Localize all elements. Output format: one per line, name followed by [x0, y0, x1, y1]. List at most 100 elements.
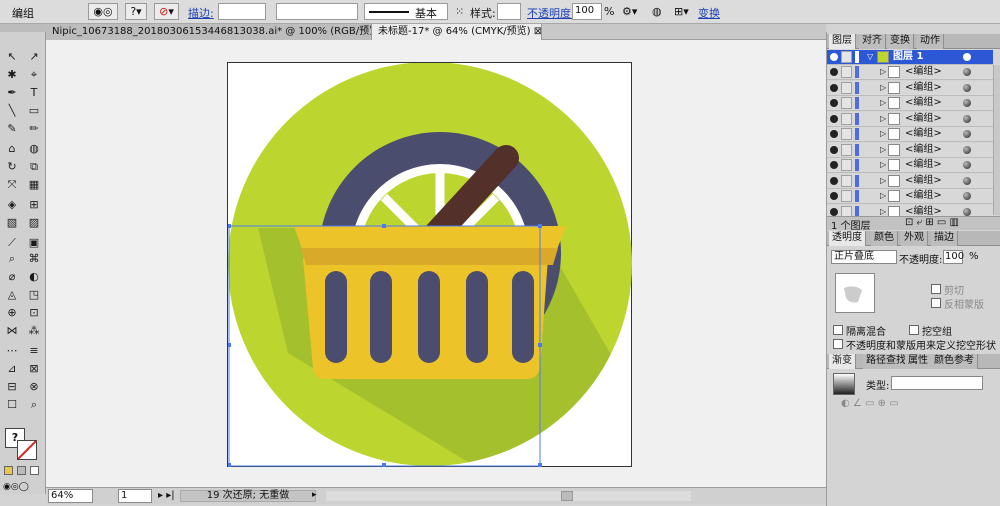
perspective-tool-icon[interactable]: ▧	[2, 214, 22, 231]
target-icon[interactable]	[963, 68, 971, 76]
zoom-field[interactable]: 64%	[48, 489, 93, 503]
pencil-tool-icon[interactable]: ✏	[24, 120, 44, 137]
lock-toggle[interactable]	[841, 143, 852, 156]
lock-toggle[interactable]	[841, 159, 852, 171]
gradient-type-select[interactable]	[891, 376, 983, 390]
lock-toggle[interactable]	[841, 66, 852, 78]
none-mode-button[interactable]	[30, 466, 39, 475]
artboard-alt-tool-icon[interactable]: ☐	[2, 396, 22, 413]
shaper-tool-icon[interactable]: ⊟	[2, 378, 22, 395]
panel-opacity-field[interactable]: 100	[943, 250, 964, 264]
tab-transparency[interactable]: 透明度	[829, 231, 866, 246]
isolate-blending-checkbox[interactable]	[833, 325, 843, 335]
opacity-link[interactable]: 不透明度:	[527, 5, 575, 21]
column-graph-tool-icon[interactable]: ⌀	[2, 268, 22, 285]
tab-document-nipic[interactable]: Nipic_10673188_20180306153446813038.ai* …	[46, 24, 372, 40]
align-tool-icon[interactable]: ≡	[24, 342, 44, 359]
visibility-eye-icon[interactable]	[830, 130, 838, 138]
target-icon[interactable]	[963, 83, 971, 92]
opacity-mask-define-checkbox[interactable]	[833, 339, 843, 349]
line-tool-icon[interactable]: ╲	[2, 102, 22, 119]
zoom-alt-tool-icon[interactable]: ⌕	[24, 396, 44, 413]
visibility-eye-icon[interactable]	[830, 192, 838, 200]
blend-mode-select[interactable]: 正片叠底	[831, 250, 897, 264]
tab-color-guide[interactable]: 颜色参考	[931, 354, 978, 369]
zoom-tool-icon[interactable]: ⊕	[2, 304, 22, 321]
tab-gradient[interactable]: 渐变	[829, 354, 856, 369]
status-menu-arrow-icon[interactable]: ▸	[312, 490, 317, 500]
visibility-eye-icon[interactable]	[830, 83, 838, 92]
expand-triangle-icon[interactable]: ▷	[880, 189, 886, 203]
gradient-tool-icon[interactable]: ⟋	[2, 234, 22, 251]
visibility-eye-icon[interactable]	[830, 145, 838, 154]
knife-tool-icon[interactable]: ⊿	[2, 360, 22, 377]
visibility-eye-icon[interactable]	[830, 53, 838, 61]
globe-icon[interactable]: ◍	[652, 5, 662, 18]
blend-tool-icon[interactable]: ⌕	[2, 250, 22, 267]
paintbrush-tool-icon[interactable]: ✎	[2, 120, 22, 137]
live-paint-tool-icon[interactable]: ⊞	[24, 196, 44, 213]
target-icon[interactable]	[963, 145, 971, 154]
scroll-thumb[interactable]	[561, 491, 573, 501]
target-icon[interactable]	[963, 53, 971, 61]
rectangle-tool-icon[interactable]: ▭	[24, 102, 44, 119]
artboard[interactable]	[227, 62, 632, 467]
color-mode-button[interactable]	[4, 466, 13, 475]
expand-triangle-icon[interactable]: ▷	[880, 143, 886, 157]
tab-transform[interactable]: 变换	[887, 34, 914, 49]
horizontal-scrollbar[interactable]	[326, 491, 691, 501]
recolor-button[interactable]: ◉◎	[88, 3, 118, 20]
opacity-mask-thumbnail[interactable]	[835, 273, 875, 313]
artboard-nav-icon[interactable]: ▸ ▸|	[158, 490, 175, 501]
visibility-eye-icon[interactable]	[830, 68, 838, 76]
tab-actions[interactable]: 动作	[917, 34, 944, 49]
width-tool-icon[interactable]: ⋈	[2, 322, 22, 339]
puppet-tool-icon[interactable]: ⁂	[24, 322, 44, 339]
magic-wand-tool-icon[interactable]: ✱	[2, 66, 22, 83]
tab-stroke[interactable]: 描边	[931, 231, 958, 246]
artboard-field[interactable]: 1	[118, 489, 152, 503]
align-icon[interactable]: ⚙▾	[622, 5, 637, 18]
expand-triangle-icon[interactable]: ▷	[880, 127, 886, 141]
gradient-mode-button[interactable]	[17, 466, 26, 475]
target-icon[interactable]	[963, 207, 971, 216]
warp-tool-icon[interactable]: ⤧	[2, 176, 22, 193]
gradient-angle-icons[interactable]: ◐ ∠ ▭ ⊕ ▭	[841, 398, 899, 409]
pen-tool-icon[interactable]: ✒	[2, 84, 22, 101]
canvas-area[interactable]	[46, 40, 826, 487]
visibility-eye-icon[interactable]	[830, 176, 838, 185]
target-icon[interactable]	[963, 114, 971, 123]
lock-toggle[interactable]	[841, 174, 852, 187]
target-icon[interactable]	[963, 161, 971, 169]
knockout-group-checkbox[interactable]	[909, 325, 919, 335]
grid-icon[interactable]: ⁙	[455, 5, 464, 18]
symbol-sprayer-tool-icon[interactable]: ⌘	[24, 250, 44, 267]
tab-appearance[interactable]: 外观	[901, 231, 928, 246]
type-tool-icon[interactable]: T	[24, 84, 44, 101]
tab-document-untitled[interactable]: 未标题-17* @ 64% (CMYK/预览) ⊠	[372, 24, 542, 40]
reference-point-icon[interactable]: ⊞▾	[674, 5, 689, 18]
tab-layers[interactable]: 图层	[829, 34, 856, 49]
tab-color[interactable]: 颜色	[871, 231, 898, 246]
lock-toggle[interactable]	[841, 128, 852, 140]
join-tool-icon[interactable]: ⊗	[24, 378, 44, 395]
expand-triangle-icon[interactable]: ▷	[880, 65, 886, 79]
tab-attributes[interactable]: 属性	[905, 354, 932, 369]
lock-toggle[interactable]	[841, 97, 852, 109]
layer-row[interactable]: ▷ <编组>	[827, 96, 993, 111]
target-icon[interactable]	[963, 130, 971, 138]
artboard-tool-icon[interactable]: ◐	[24, 268, 44, 285]
stroke-weight-field[interactable]	[218, 3, 266, 20]
selection-tool-icon[interactable]: ↖	[2, 48, 22, 65]
eyedropper-tool-icon[interactable]: ▣	[24, 234, 44, 251]
expand-triangle-icon[interactable]: ▷	[880, 158, 886, 172]
visibility-eye-icon[interactable]	[830, 114, 838, 123]
visibility-eye-icon[interactable]	[830, 99, 838, 107]
variable-width-profile[interactable]	[276, 3, 358, 20]
visibility-eye-icon[interactable]	[830, 207, 838, 216]
layer-row[interactable]: ▷ <编组>	[827, 80, 993, 96]
fill-swatch-dropdown[interactable]: ?▾	[125, 3, 147, 20]
lock-toggle[interactable]	[841, 112, 852, 125]
curvature-tool-icon[interactable]: ⋯	[2, 342, 22, 359]
slice-tool-icon[interactable]: ◬	[2, 286, 22, 303]
